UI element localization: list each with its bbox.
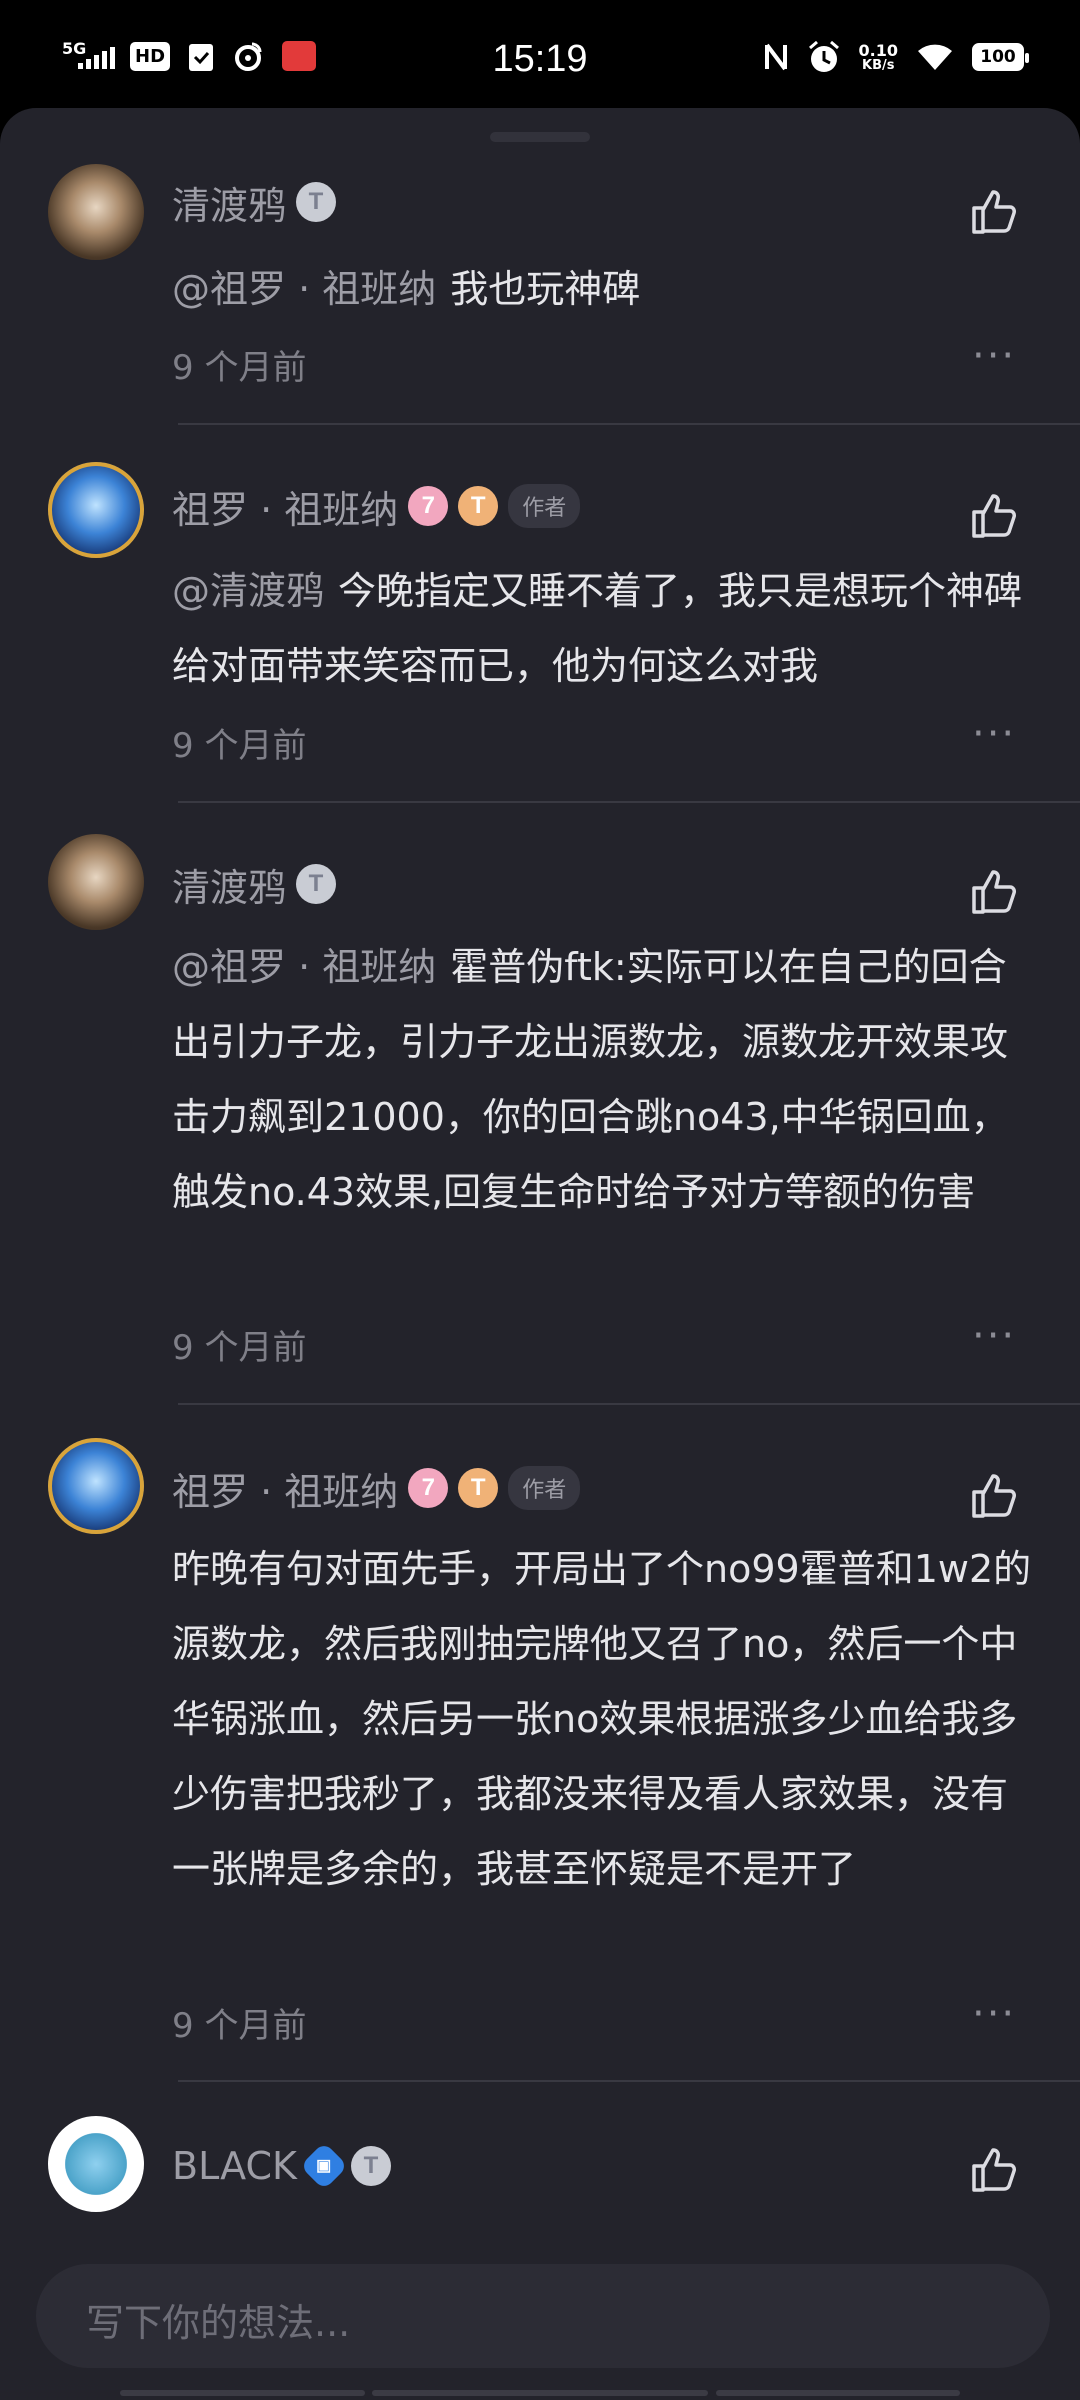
mention[interactable]: @祖罗 · 祖班纳 (172, 267, 436, 311)
comment-input-placeholder: 写下你的想法... (86, 2301, 351, 2345)
username[interactable]: 祖罗 · 祖班纳 (172, 1461, 398, 1516)
mention[interactable]: @祖罗 · 祖班纳 (172, 945, 436, 989)
network-speed-value: 0.10 (858, 40, 898, 60)
thumbs-up-icon[interactable] (968, 1470, 1020, 1522)
comment-text: @祖罗 · 祖班纳 霍普伪ftk:实际可以在自己的回合出引力子龙，引力子龙出源数龙… (172, 930, 1042, 1230)
wifi-icon (918, 44, 952, 70)
username[interactable]: 祖罗 · 祖班纳 (172, 479, 398, 534)
fan-badge-icon: 7 (408, 1468, 449, 1508)
comment-time: 9 个月前 (172, 726, 307, 766)
thumbs-up-icon[interactable] (968, 866, 1020, 918)
comment-time: 9 个月前 (172, 1328, 307, 1368)
more-options-icon[interactable]: ··· (972, 1316, 1016, 1356)
more-options-icon[interactable]: ··· (972, 1994, 1016, 2034)
mention[interactable]: @清渡鸦 (172, 569, 324, 613)
status-bar: 5G HD 15:19 0.10 KB/s 100 (0, 0, 1080, 110)
comment-text: 昨晚有句对面先手，开局出了个no99霍普和1w2的源数龙，然后我刚抽完牌他又召了… (172, 1532, 1042, 1907)
thumbs-up-icon[interactable] (968, 186, 1020, 238)
divider (178, 801, 1080, 803)
comment-body: 昨晚有句对面先手，开局出了个no99霍普和1w2的源数龙，然后我刚抽完牌他又召了… (172, 1547, 1032, 1891)
nav-gesture-bar[interactable] (716, 2390, 960, 2396)
blue-avatar[interactable] (48, 462, 144, 558)
username[interactable]: 清渡鸦 (172, 857, 286, 912)
author-tag: 作者 (508, 484, 581, 528)
comment-body: 我也玩神碑 (450, 267, 641, 311)
username[interactable]: BLACK (172, 2144, 297, 2188)
crow-avatar[interactable] (48, 164, 144, 260)
comment-time: 9 个月前 (172, 2006, 307, 2046)
black-avatar[interactable] (48, 2116, 144, 2212)
alarm-icon (808, 40, 839, 72)
battery-icon: 100 (972, 43, 1029, 71)
divider (178, 423, 1080, 425)
fan-badge-icon: 7 (408, 486, 449, 526)
level-badge-icon: T (296, 182, 337, 222)
divider (178, 1403, 1080, 1405)
author-tag: 作者 (508, 1466, 581, 1510)
network-speed: 0.10 KB/s (858, 40, 898, 73)
level-badge-icon: T (296, 864, 337, 904)
nav-gesture-bar[interactable] (372, 2390, 708, 2396)
crow-avatar[interactable] (48, 834, 144, 930)
network-speed-unit: KB/s (862, 57, 895, 73)
comment-text: @清渡鸦 今晚指定又睡不着了，我只是想玩个神碑给对面带来笑容而已，他为何这么对我 (172, 554, 1042, 704)
comment-header: 祖罗 · 祖班纳 7 T 作者 (172, 1458, 581, 1518)
comment-header: 清渡鸦 T (172, 854, 337, 914)
divider (178, 2080, 1080, 2082)
gamepad-badge-icon: ▣ (299, 2141, 348, 2191)
level-badge-icon: T (458, 486, 499, 526)
nfc-icon (764, 43, 787, 71)
blue-avatar[interactable] (48, 1438, 144, 1534)
comment-sheet[interactable]: 清渡鸦 T @祖罗 · 祖班纳 我也玩神碑 9 个月前 ··· 祖罗 · 祖班纳 … (0, 108, 1080, 2400)
username[interactable]: 清渡鸦 (172, 175, 286, 230)
sheet-drag-handle[interactable] (490, 132, 590, 142)
nav-gesture-bar[interactable] (120, 2390, 365, 2396)
comment-text: @祖罗 · 祖班纳 我也玩神碑 (172, 252, 1042, 327)
comment-header: 祖罗 · 祖班纳 7 T 作者 (172, 476, 581, 536)
more-options-icon[interactable]: ··· (972, 336, 1016, 376)
thumbs-up-icon[interactable] (968, 490, 1020, 542)
level-badge-icon: T (458, 1468, 499, 1508)
comment-header: 清渡鸦 T (172, 172, 337, 232)
level-badge-icon: T (350, 2146, 391, 2186)
comment-input[interactable]: 写下你的想法... (36, 2264, 1050, 2368)
more-options-icon[interactable]: ··· (972, 714, 1016, 754)
thumbs-up-icon[interactable] (968, 2144, 1020, 2196)
comment-header: BLACK ▣ T (172, 2136, 391, 2196)
comment-time: 9 个月前 (172, 348, 307, 388)
